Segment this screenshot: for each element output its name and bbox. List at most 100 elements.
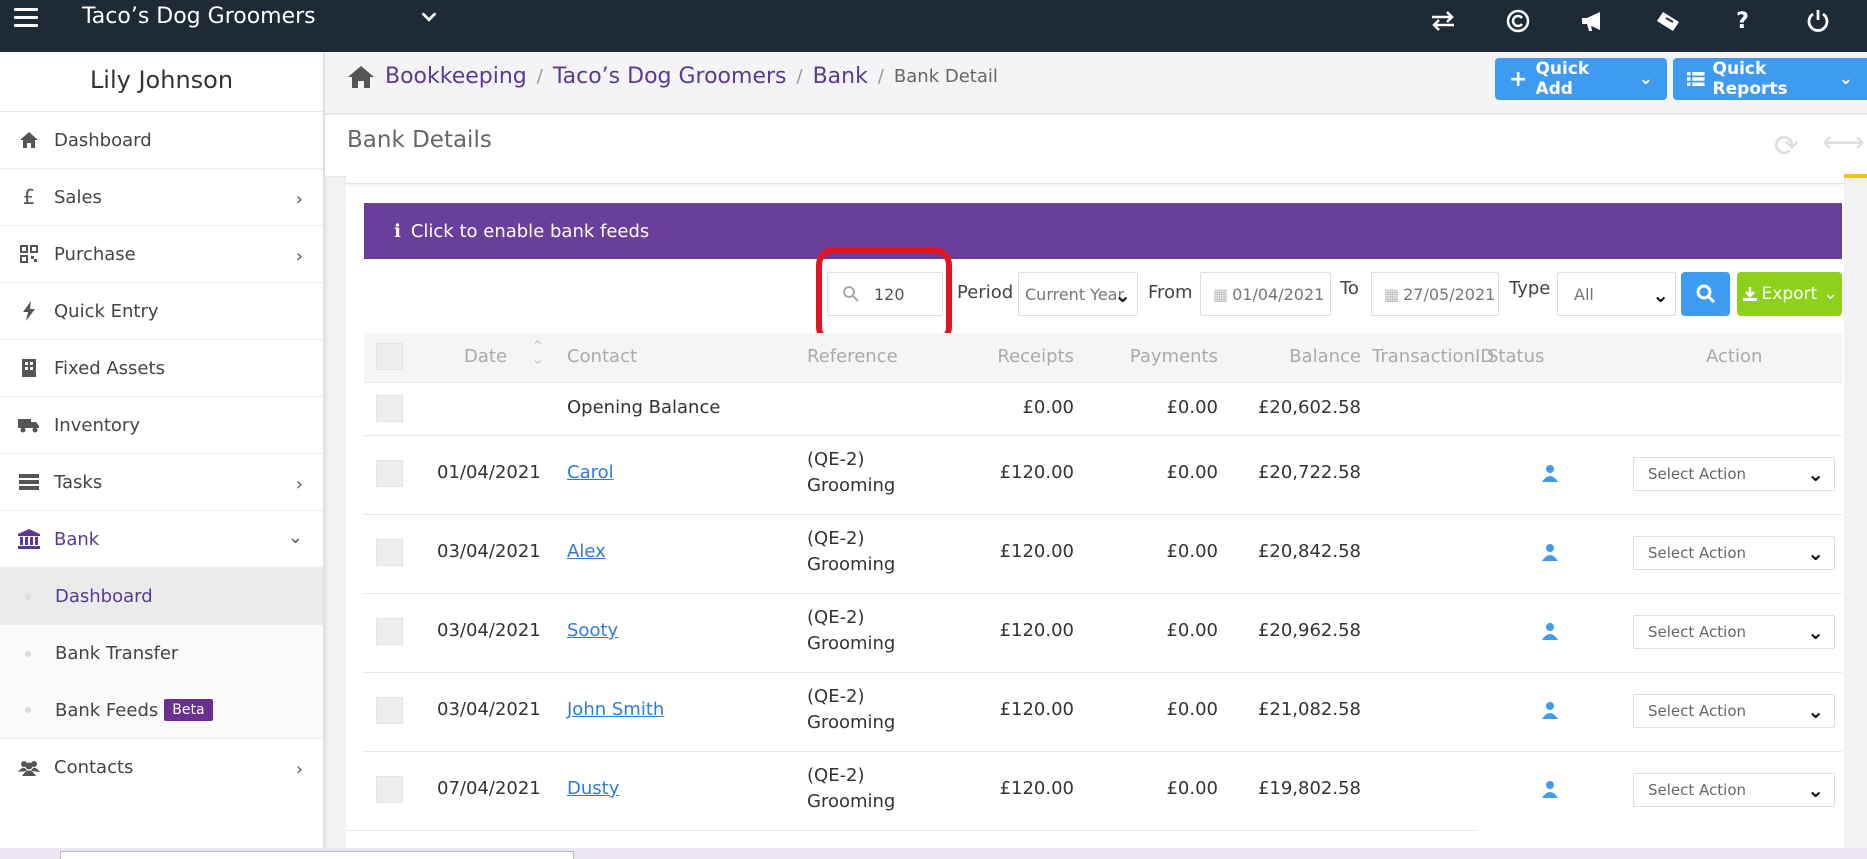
banner-text: Click to enable bank feeds <box>410 220 650 242</box>
select-all-checkbox[interactable] <box>376 343 403 370</box>
expand-horizontal-icon[interactable]: ⟷ <box>1822 125 1865 160</box>
contact-link[interactable]: Sooty <box>567 620 618 641</box>
contact-link[interactable]: Alex <box>567 541 606 562</box>
row-checkbox[interactable] <box>376 539 403 566</box>
breadcrumb-organisation[interactable]: Taco’s Dog Groomers <box>553 64 787 89</box>
user-icon[interactable] <box>1541 701 1559 719</box>
select-action-dropdown[interactable]: Select Action ⌄ <box>1633 615 1835 649</box>
help-icon[interactable]: ? <box>1705 6 1780 36</box>
user-icon[interactable] <box>1541 543 1559 561</box>
bullet-dot <box>25 650 31 657</box>
power-icon[interactable] <box>1780 6 1855 36</box>
breadcrumb-bank[interactable]: Bank <box>813 64 868 89</box>
cell-receipts: £120.00 <box>999 462 1074 483</box>
cell-receipts: £120.00 <box>999 541 1074 562</box>
download-icon <box>1742 287 1757 301</box>
chevron-down-icon: ⌄ <box>1114 283 1131 307</box>
sidebar-item-inventory[interactable]: Inventory <box>0 397 323 454</box>
column-reference[interactable]: Reference <box>807 346 898 367</box>
table-row: 01/04/2021 Carol (QE-2) Grooming £120.00… <box>364 436 1842 515</box>
sidebar-subitem-bank-feeds[interactable]: Bank Feeds Beta <box>0 682 323 739</box>
table-bottom-border <box>346 830 1476 831</box>
column-balance[interactable]: Balance <box>1224 346 1361 367</box>
user-icon[interactable] <box>1541 780 1559 798</box>
table-row: 07/04/2021 Dusty (QE-2) Grooming £120.00… <box>364 752 1842 831</box>
export-button[interactable]: Export ⌄ <box>1737 272 1842 316</box>
user-name[interactable]: Lily Johnson <box>0 52 323 112</box>
sidebar-item-label: Dashboard <box>54 129 152 151</box>
sort-icon[interactable]: ⌃ ⌄ <box>531 339 544 367</box>
organisation-name[interactable]: Taco’s Dog Groomers <box>82 4 316 29</box>
table-row: 03/04/2021 John Smith (QE-2) Grooming £1… <box>364 673 1842 752</box>
cell-balance: £20,962.58 <box>1257 620 1361 641</box>
cell-reference-code: (QE-2) <box>807 765 865 786</box>
sidebar-item-purchase[interactable]: Purchase › <box>0 226 323 283</box>
row-checkbox[interactable] <box>376 460 403 487</box>
select-action-dropdown[interactable]: Select Action ⌄ <box>1633 773 1835 807</box>
sidebar-item-contacts[interactable]: Contacts › <box>0 739 323 796</box>
cell-date: 03/04/2021 <box>437 541 541 562</box>
enable-bank-feeds-banner[interactable]: ℹ Click to enable bank feeds <box>364 203 1842 259</box>
bolt-icon <box>18 300 40 322</box>
from-date-input[interactable]: ▦ 01/04/2021 <box>1200 272 1331 316</box>
select-action-dropdown[interactable]: Select Action ⌄ <box>1633 536 1835 570</box>
column-action[interactable]: Action <box>1706 346 1762 367</box>
sidebar-item-sales[interactable]: £ Sales › <box>0 169 323 226</box>
chevron-right-icon: › <box>295 759 303 780</box>
ticket-icon[interactable] <box>1630 6 1705 36</box>
sidebar-item-label: Tasks <box>54 471 103 493</box>
cell-reference-desc: Grooming <box>807 475 896 496</box>
sidebar-item-tasks[interactable]: Tasks › <box>0 454 323 511</box>
select-action-dropdown[interactable]: Select Action ⌄ <box>1633 694 1835 728</box>
row-checkbox[interactable] <box>376 395 403 422</box>
sidebar-item-fixed-assets[interactable]: Fixed Assets <box>0 340 323 397</box>
row-checkbox[interactable] <box>376 618 403 645</box>
home-icon[interactable] <box>347 65 375 89</box>
sidebar-item-dashboard[interactable]: Dashboard <box>0 112 323 169</box>
transfer-icon[interactable] <box>1405 6 1480 36</box>
cell-balance: £20,602.58 <box>1257 397 1361 418</box>
table-header: Date ⌃ ⌄ Contact Reference Receipts Payme… <box>364 333 1842 383</box>
search-button[interactable] <box>1681 272 1730 316</box>
sidebar-item-label: Fixed Assets <box>54 357 165 379</box>
row-checkbox[interactable] <box>376 776 403 803</box>
column-status[interactable]: Status <box>1487 346 1544 367</box>
sidebar-subitem-bank-transfer[interactable]: Bank Transfer <box>0 625 323 682</box>
quick-add-button[interactable]: + Quick Add ⌄ <box>1495 58 1667 100</box>
breadcrumb-bookkeeping[interactable]: Bookkeeping <box>385 64 527 89</box>
sidebar-item-label: Contacts <box>54 757 134 778</box>
cell-date: 03/04/2021 <box>437 620 541 641</box>
period-select[interactable]: Current Year ⌄ <box>1018 272 1138 316</box>
column-contact[interactable]: Contact <box>567 346 637 367</box>
copyright-icon[interactable] <box>1480 6 1555 36</box>
sidebar-item-quick-entry[interactable]: Quick Entry <box>0 283 323 340</box>
chevron-down-icon[interactable] <box>418 6 440 28</box>
column-date[interactable]: Date <box>464 346 507 367</box>
to-date-input[interactable]: ▦ 27/05/2021 <box>1371 272 1499 316</box>
contact-link[interactable]: Carol <box>567 462 614 483</box>
column-receipts[interactable]: Receipts <box>962 346 1074 367</box>
collapsed-panel <box>346 170 1844 184</box>
contact-link[interactable]: Dusty <box>567 778 619 799</box>
contact-link[interactable]: John Smith <box>567 699 664 720</box>
hamburger-menu-icon[interactable] <box>14 8 38 28</box>
calendar-icon: ▦ <box>1213 284 1229 304</box>
row-checkbox[interactable] <box>376 697 403 724</box>
megaphone-icon[interactable] <box>1555 6 1630 36</box>
cell-reference-code: (QE-2) <box>807 449 865 470</box>
select-action-dropdown[interactable]: Select Action ⌄ <box>1633 457 1835 491</box>
column-transaction-id[interactable]: TransactionID <box>1372 346 1494 367</box>
sidebar-item-bank[interactable]: Bank ⌄ <box>0 511 323 568</box>
column-payments[interactable]: Payments <box>1084 346 1218 367</box>
pound-icon: £ <box>22 185 36 209</box>
sidebar-subitem-bank-dashboard[interactable]: Dashboard <box>0 568 323 625</box>
users-icon <box>18 757 40 779</box>
user-icon[interactable] <box>1541 464 1559 482</box>
quick-reports-button[interactable]: Quick Reports ⌄ <box>1673 58 1867 100</box>
type-select[interactable]: All ⌄ <box>1557 272 1676 316</box>
user-icon[interactable] <box>1541 622 1559 640</box>
sidebar-item-label: Sales <box>54 186 102 208</box>
bullet-dot <box>25 707 31 713</box>
sidebar-item-label: Quick Entry <box>54 300 159 322</box>
refresh-icon[interactable]: ⟳ <box>1774 129 1799 164</box>
